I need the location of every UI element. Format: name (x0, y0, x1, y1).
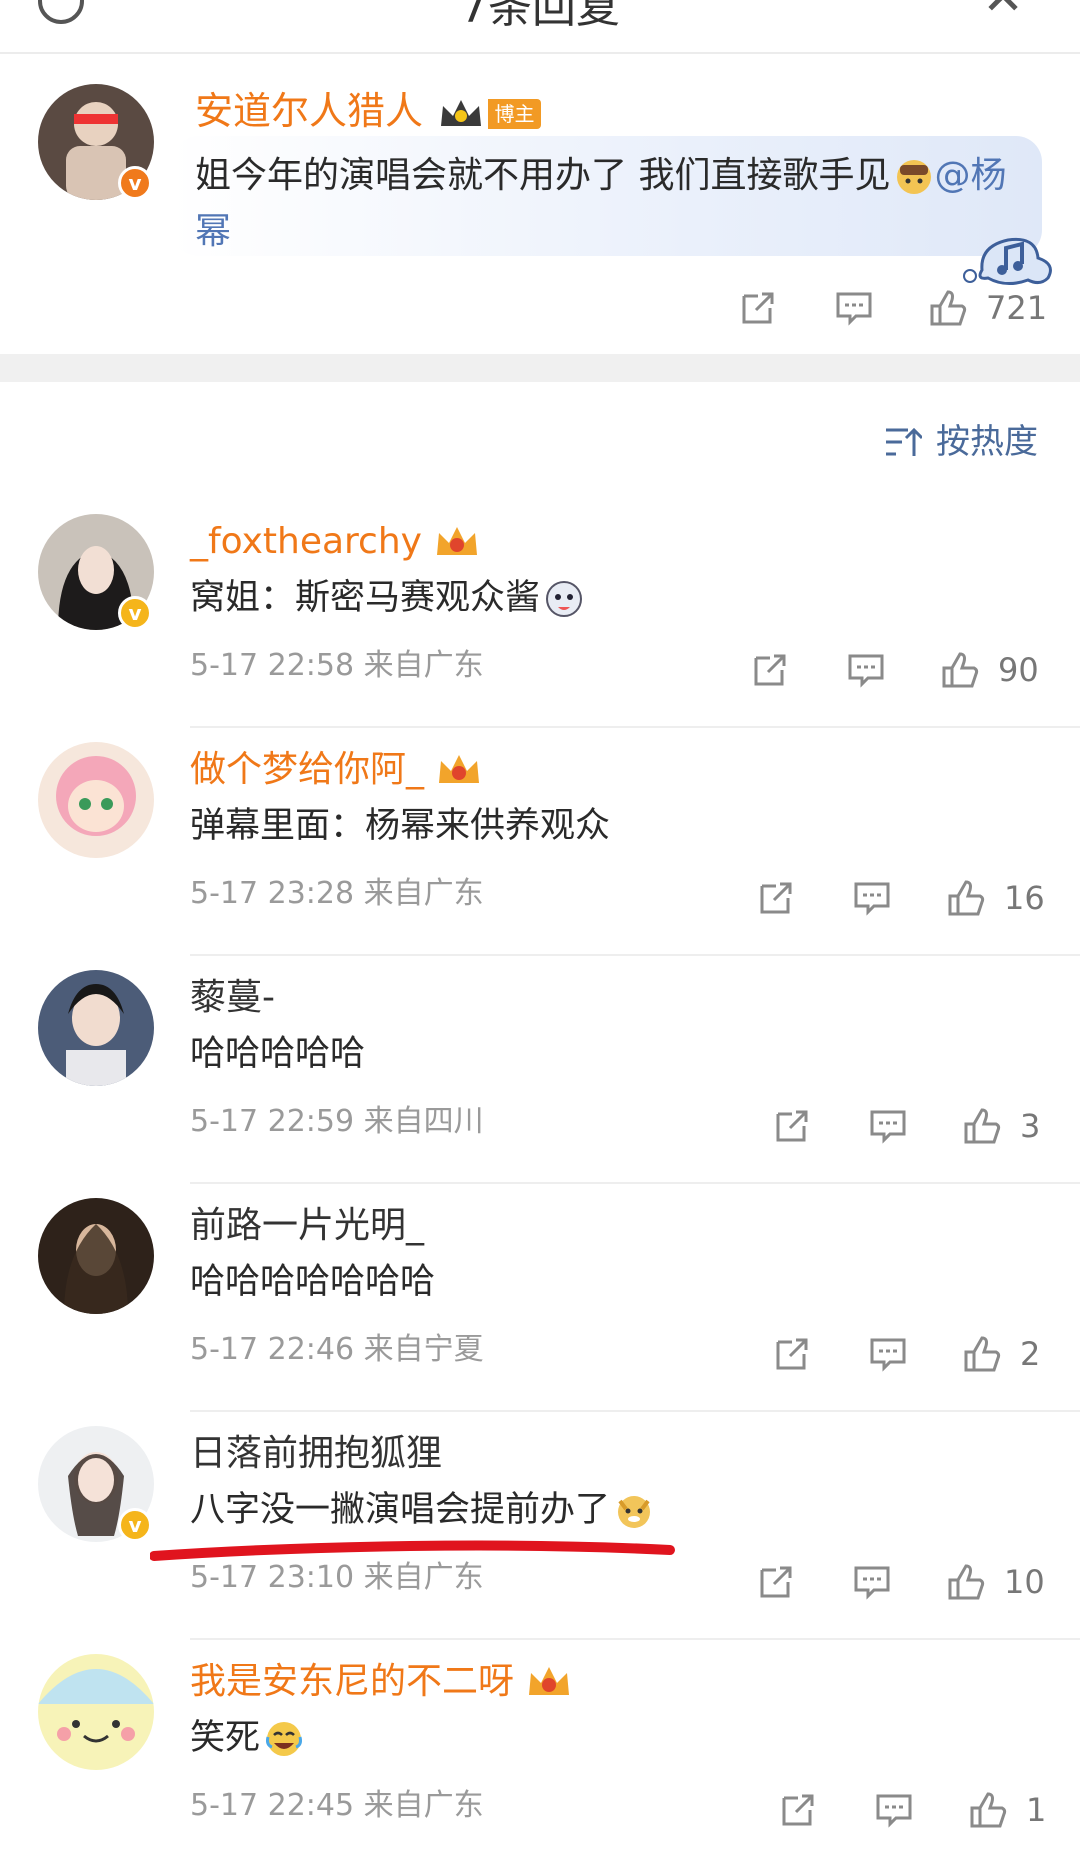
crown-icon (441, 100, 481, 126)
share-icon[interactable] (772, 1106, 812, 1146)
like-count: 2 (1020, 1335, 1041, 1373)
comment-actions: 3 (0, 1106, 1080, 1146)
like-count: 10 (1004, 1563, 1045, 1601)
dog-emoji-icon (546, 581, 583, 617)
like-count: 3 (1020, 1107, 1041, 1145)
commenter-name[interactable]: 前路一片光明_ (190, 1204, 424, 1248)
commenter-name-text: 做个梦给你阿_ (190, 749, 425, 790)
comment-text: 八字没一撇演唱会提前办了 (190, 1488, 654, 1532)
like-count: 721 (986, 289, 1048, 327)
like-icon[interactable] (928, 288, 968, 328)
comment-text-body: 笑死 (190, 1718, 261, 1758)
verified-badge-icon: v (118, 1508, 152, 1542)
screen: 7条回复 ✕ v 安道尔人猎人 博主 姐今年的演唱会就不用办了 我们直接歌手见@… (0, 0, 1080, 1859)
avatar[interactable] (38, 1654, 154, 1770)
post-text: 姐今年的演唱会就不用办了 我们直接歌手见 @杨幂 (195, 148, 1025, 260)
comment-item: v _foxthearchy 窝姐：斯密马赛观众酱 5-17 22:58 来自广… (0, 500, 1080, 728)
comment-text: 窝姐：斯密马赛观众酱 (190, 576, 584, 620)
sort-label: 按热度 (936, 422, 1038, 462)
doge-emoji-icon (618, 1496, 651, 1528)
comment-text-body: 八字没一撇演唱会提前办了 (190, 1490, 611, 1530)
share-icon[interactable] (778, 1790, 818, 1830)
avatar[interactable] (38, 742, 154, 858)
comment-actions: 1 (0, 1790, 1080, 1830)
close-icon[interactable]: ✕ (982, 0, 1024, 22)
share-icon[interactable] (772, 1334, 812, 1374)
music-note-icon (963, 237, 1052, 285)
post-author-name[interactable]: 安道尔人猎人 (195, 88, 423, 134)
sort-button[interactable]: 按热度 (886, 420, 1038, 464)
comment-item: v 日落前拥抱狐狸 八字没一撇演唱会提前办了 5-17 23:10 来自广东 1… (0, 1412, 1080, 1640)
post-text-body: 姐今年的演唱会就不用办了 我们直接歌手见 (195, 155, 891, 196)
crown-icon (439, 755, 480, 783)
comment-item: 我是安东尼的不二呀 笑死 5-17 22:45 来自广东 1 (0, 1640, 1080, 1859)
comment-actions: 10 (0, 1562, 1080, 1602)
share-icon[interactable] (750, 650, 790, 690)
comment-icon[interactable] (868, 1106, 908, 1146)
comment-actions: 2 (0, 1334, 1080, 1374)
comment-text-body: 窝姐：斯密马赛观众酱 (190, 578, 541, 618)
commenter-name[interactable]: 藜蔓- (190, 976, 275, 1020)
like-icon[interactable] (940, 650, 980, 690)
commenter-name-text: _foxthearchy (190, 521, 422, 562)
comment-item: 做个梦给你阿_ 弹幕里面：杨幂来供养观众 5-17 23:28 来自广东 16 (0, 728, 1080, 956)
comment-actions: 90 (0, 650, 1080, 690)
comment-text: 哈哈哈哈哈 (190, 1034, 366, 1074)
comment-text: 笑死 (190, 1716, 304, 1760)
commenter-name[interactable]: _foxthearchy (190, 520, 481, 564)
comment-icon[interactable] (852, 878, 892, 918)
emoji-icon (897, 160, 932, 194)
comment-actions: 16 (0, 878, 1080, 918)
comment-item: 藜蔓- 哈哈哈哈哈 5-17 22:59 来自四川 3 (0, 956, 1080, 1184)
like-icon[interactable] (968, 1790, 1008, 1830)
like-count: 16 (1004, 879, 1045, 917)
commenter-name[interactable]: 我是安东尼的不二呀 (190, 1660, 573, 1704)
avatar[interactable] (38, 1198, 154, 1314)
like-count: 90 (998, 651, 1039, 689)
commenter-name[interactable]: 日落前拥抱狐狸 (190, 1432, 442, 1476)
verified-badge-icon: v (118, 596, 152, 630)
section-divider (0, 354, 1080, 382)
comment-item: 前路一片光明_ 哈哈哈哈哈哈哈 5-17 22:46 来自宁夏 2 (0, 1184, 1080, 1412)
blogger-badge: 博主 (488, 99, 541, 129)
crown-icon (529, 1667, 570, 1695)
verified-badge-icon: v (118, 166, 152, 200)
share-icon[interactable] (738, 288, 778, 328)
top-bar: 7条回复 ✕ (0, 0, 1080, 54)
comment-icon[interactable] (852, 1562, 892, 1602)
comment-icon[interactable] (834, 288, 874, 328)
commenter-name-text: 我是安东尼的不二呀 (190, 1661, 515, 1702)
like-icon[interactable] (962, 1106, 1002, 1146)
share-icon[interactable] (756, 1562, 796, 1602)
avatar[interactable] (38, 970, 154, 1086)
comment-text: 哈哈哈哈哈哈哈 (190, 1262, 436, 1302)
page-title: 7条回复 (460, 0, 620, 33)
comment-text: 弹幕里面：杨幂来供养观众 (190, 806, 611, 846)
like-icon[interactable] (962, 1334, 1002, 1374)
crown-icon (437, 527, 478, 555)
laugh-cry-emoji-icon (266, 1722, 303, 1756)
comment-icon[interactable] (874, 1790, 914, 1830)
commenter-name[interactable]: 做个梦给你阿_ (190, 748, 483, 792)
like-icon[interactable] (946, 878, 986, 918)
like-icon[interactable] (946, 1562, 986, 1602)
comment-icon[interactable] (868, 1334, 908, 1374)
like-count: 1 (1026, 1791, 1047, 1829)
sort-icon (886, 427, 922, 456)
post-actions: 721 (0, 288, 1080, 328)
share-icon[interactable] (756, 878, 796, 918)
comment-icon[interactable] (846, 650, 886, 690)
red-underline-annotation (150, 1540, 675, 1561)
